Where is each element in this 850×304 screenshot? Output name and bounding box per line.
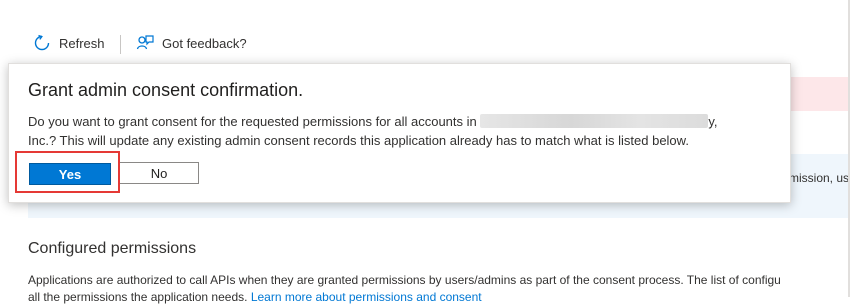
dialog-message-line2: Inc.? This will update any existing admi… xyxy=(28,133,689,148)
configured-permissions-description: Applications are authorized to call APIs… xyxy=(28,273,781,287)
refresh-icon xyxy=(34,34,50,51)
learn-more-link[interactable]: Learn more about permissions and consent xyxy=(251,290,482,304)
configured-permissions-heading: Configured permissions xyxy=(28,240,197,257)
refresh-button[interactable]: Refresh xyxy=(33,34,105,52)
dialog-message-part2: y, xyxy=(708,114,718,129)
feedback-button[interactable]: Got feedback? xyxy=(136,34,247,52)
dialog-message-part1: Do you want to grant consent for the req… xyxy=(28,114,477,129)
refresh-label: Refresh xyxy=(59,35,105,51)
toolbar-divider xyxy=(120,35,121,54)
feedback-label: Got feedback? xyxy=(162,35,247,51)
dialog-title: Grant admin consent confirmation. xyxy=(28,80,304,100)
no-button[interactable]: No xyxy=(119,162,199,184)
feedback-icon xyxy=(136,35,154,50)
configured-permissions-description-line2: all the permissions the application need… xyxy=(28,290,482,304)
configured-permissions-desc2-text: all the permissions the application need… xyxy=(28,290,248,304)
info-banner-text: mission, use xyxy=(789,171,848,185)
grant-consent-dialog: Grant admin consent confirmation. Do you… xyxy=(8,63,791,203)
warning-banner xyxy=(789,77,848,111)
command-bar: Refresh Got feedback? xyxy=(0,28,850,62)
redacted-tenant-name xyxy=(480,114,709,128)
yes-button[interactable]: Yes xyxy=(29,163,111,185)
dialog-message: Do you want to grant consent for the req… xyxy=(28,112,780,150)
